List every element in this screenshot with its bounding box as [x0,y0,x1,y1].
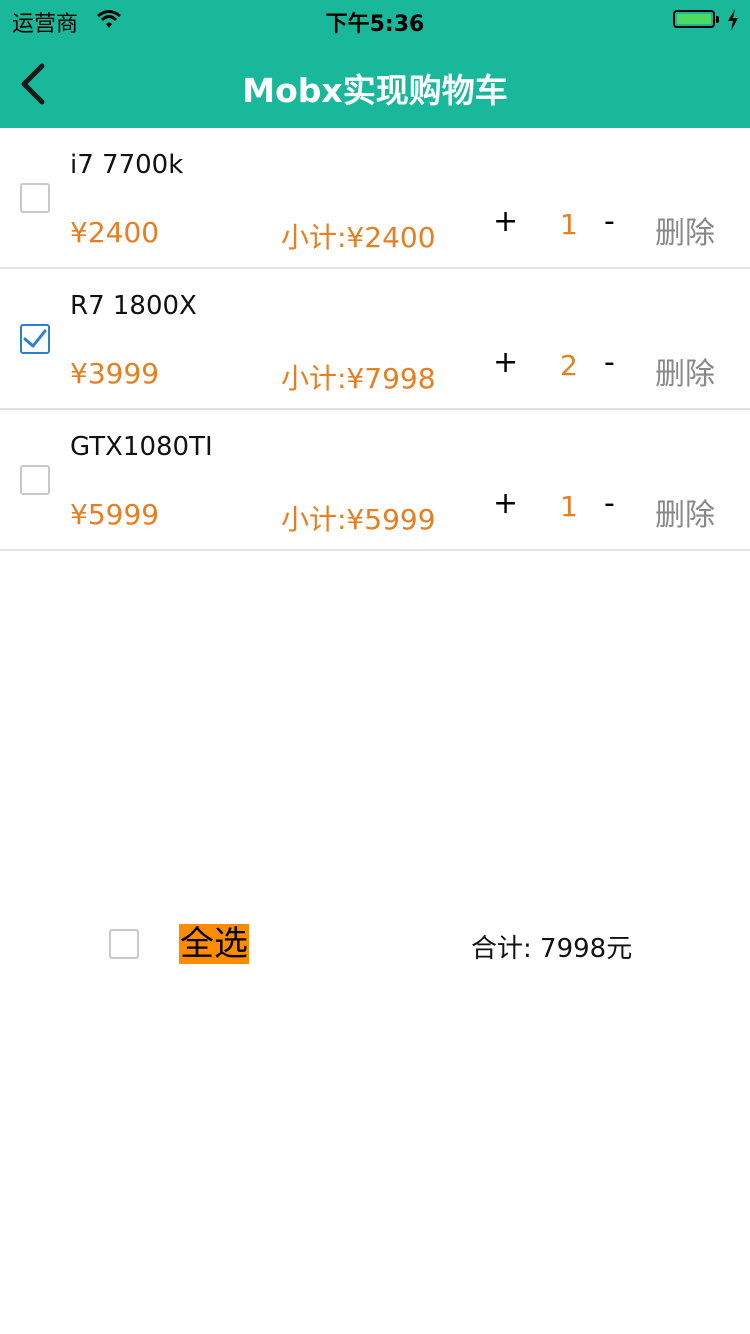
increase-button[interactable]: + [493,486,518,521]
delete-button[interactable]: 删除 [655,490,715,534]
cart-list: i7 7700k ¥2400 小计:¥2400 + 1 - 删除 R7 1800… [0,128,750,551]
item-subtotal: 小计:¥5999 [281,503,436,536]
item-price: ¥3999 [70,357,160,390]
item-subtotal: 小计:¥7998 [281,362,436,395]
increase-button[interactable]: + [493,345,518,380]
page-title: Mobx实现购物车 [242,71,508,110]
item-quantity: 2 [560,349,578,382]
item-price: ¥5999 [70,498,160,531]
checkmark-icon [23,329,47,348]
select-all-checkbox[interactable] [109,929,139,959]
item-checkbox[interactable] [20,183,50,213]
cart-total: 合计: 7998元 [471,934,633,964]
delete-button[interactable]: 删除 [655,349,715,393]
item-name: R7 1800X [70,291,197,321]
item-checkbox[interactable] [20,324,50,354]
cart-item: i7 7700k ¥2400 小计:¥2400 + 1 - 删除 [0,128,750,269]
item-subtotal: 小计:¥2400 [281,221,436,254]
status-time: 下午5:36 [325,12,425,37]
select-all-label[interactable]: 全选 [179,924,249,964]
increase-button[interactable]: + [493,204,518,239]
charging-icon [728,9,738,31]
cart-item: R7 1800X ¥3999 小计:¥7998 + 2 - 删除 [0,269,750,410]
navigation-bar: Mobx实现购物车 [0,40,750,128]
item-name: GTX1080TI [70,432,213,462]
decrease-button[interactable]: - [604,345,615,380]
status-bar: 运营商 下午5:36 [0,0,750,40]
cart-item: GTX1080TI ¥5999 小计:¥5999 + 1 - 删除 [0,410,750,551]
item-quantity: 1 [560,208,578,241]
item-checkbox[interactable] [20,465,50,495]
item-quantity: 1 [560,490,578,523]
delete-button[interactable]: 删除 [655,208,715,252]
decrease-button[interactable]: - [604,204,615,239]
decrease-button[interactable]: - [604,486,615,521]
item-name: i7 7700k [70,150,184,180]
item-price: ¥2400 [70,216,160,249]
battery-icon [673,10,719,30]
